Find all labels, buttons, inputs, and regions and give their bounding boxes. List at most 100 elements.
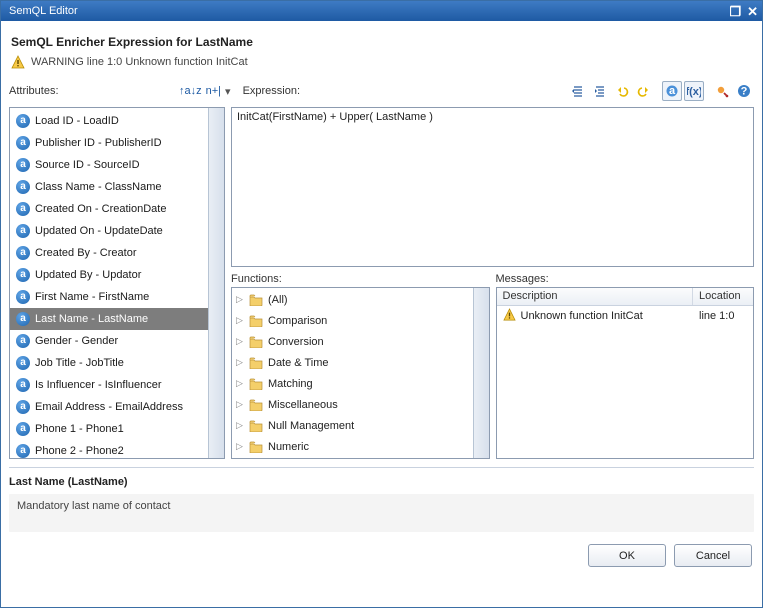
- attribute-badge-icon: a: [16, 246, 30, 260]
- function-category-item[interactable]: ▷Comparison: [232, 310, 473, 331]
- warning-text: WARNING line 1:0 Unknown function InitCa…: [31, 56, 248, 68]
- attribute-item-label: Is Influencer - IsInfluencer: [35, 379, 162, 391]
- folder-icon: [249, 441, 263, 453]
- attribute-item[interactable]: aLast Name - LastName: [10, 308, 208, 330]
- attributes-scrollbar[interactable]: [208, 108, 224, 458]
- attribute-badge-icon: a: [16, 422, 30, 436]
- insert-function-button[interactable]: f(x): [684, 81, 704, 101]
- attribute-badge-icon: a: [16, 444, 30, 458]
- help-button[interactable]: ?: [734, 81, 754, 101]
- message-description: Unknown function InitCat: [521, 310, 643, 322]
- attribute-item-label: Created On - CreationDate: [35, 203, 166, 215]
- dropdown-arrow-icon[interactable]: ▾: [225, 85, 231, 98]
- expression-label: Expression:: [243, 85, 300, 97]
- function-category-label: Null Management: [268, 420, 354, 432]
- attribute-badge-icon: a: [16, 356, 30, 370]
- expression-toolbar: a f(x) ?: [568, 81, 754, 101]
- attribute-badge-icon: a: [16, 400, 30, 414]
- function-category-item[interactable]: ▷ Null Management: [232, 415, 473, 436]
- attribute-item-label: First Name - FirstName: [35, 291, 149, 303]
- attribute-item-label: Phone 1 - Phone1: [35, 423, 124, 435]
- attribute-badge-icon: a: [16, 268, 30, 282]
- expression-text: InitCat(FirstName) + Upper( LastName ): [237, 111, 433, 123]
- attribute-item[interactable]: aJob Title - JobTitle: [10, 352, 208, 374]
- attribute-item-label: Last Name - LastName: [35, 313, 148, 325]
- attribute-item[interactable]: a Phone 1 - Phone1: [10, 418, 208, 440]
- expand-arrow-icon: ▷: [236, 357, 244, 368]
- attribute-item[interactable]: aUpdated By - Updator: [10, 264, 208, 286]
- warning-icon: [11, 55, 25, 69]
- function-category-item[interactable]: ▷Matching: [232, 373, 473, 394]
- attribute-item-label: Updated On - UpdateDate: [35, 225, 163, 237]
- folder-icon: [249, 294, 263, 306]
- function-category-label: Numeric: [268, 441, 309, 453]
- attribute-badge-icon: a: [16, 334, 30, 348]
- attributes-label: Attributes:: [9, 85, 179, 97]
- attribute-item-label: Load ID - LoadID: [35, 115, 119, 127]
- attribute-badge-icon: a: [16, 136, 30, 150]
- undo-button[interactable]: [612, 81, 632, 101]
- expression-input[interactable]: InitCat(FirstName) + Upper( LastName ): [231, 107, 754, 267]
- functions-panel: ▷(All)▷Comparison▷Conversion▷Date & Time…: [231, 287, 490, 459]
- attribute-item-label: Class Name - ClassName: [35, 181, 162, 193]
- expand-arrow-icon: ▷: [236, 420, 244, 431]
- ok-button[interactable]: OK: [588, 544, 666, 567]
- insert-attribute-button[interactable]: a: [662, 81, 682, 101]
- function-category-label: Date & Time: [268, 357, 329, 369]
- attribute-item[interactable]: a Created On - CreationDate: [10, 198, 208, 220]
- messages-col-location[interactable]: Location: [693, 288, 753, 305]
- attribute-item[interactable]: a Updated On - UpdateDate: [10, 220, 208, 242]
- function-category-label: Conversion: [268, 336, 324, 348]
- function-category-item[interactable]: ▷(All): [232, 289, 473, 310]
- outdent-button[interactable]: [568, 81, 588, 101]
- attribute-badge-icon: a: [16, 114, 30, 128]
- attribute-badge-icon: a: [16, 224, 30, 238]
- attribute-item[interactable]: aFirst Name - FirstName: [10, 286, 208, 308]
- message-row[interactable]: Unknown function InitCat line 1:0: [497, 306, 754, 326]
- attribute-item-label: Source ID - SourceID: [35, 159, 140, 171]
- attribute-item[interactable]: aClass Name - ClassName: [10, 176, 208, 198]
- redo-button[interactable]: [634, 81, 654, 101]
- function-category-label: Comparison: [268, 315, 327, 327]
- function-category-item[interactable]: ▷Miscellaneous: [232, 394, 473, 415]
- attribute-item[interactable]: a Load ID - LoadID: [10, 110, 208, 132]
- expand-arrow-icon: ▷: [236, 378, 244, 389]
- function-category-label: (All): [268, 294, 288, 306]
- folder-icon: [249, 378, 263, 390]
- folder-icon: [249, 420, 263, 432]
- folder-icon: [249, 357, 263, 369]
- attribute-item[interactable]: aCreated By - Creator: [10, 242, 208, 264]
- functions-label: Functions:: [231, 273, 490, 285]
- page-title: SemQL Enricher Expression for LastName: [11, 35, 754, 49]
- validate-button[interactable]: [712, 81, 732, 101]
- message-location: line 1:0: [693, 308, 753, 324]
- svg-text:a: a: [669, 85, 676, 97]
- attribute-item-label: Publisher ID - PublisherID: [35, 137, 162, 149]
- cancel-button[interactable]: Cancel: [674, 544, 752, 567]
- help-description: Mandatory last name of contact: [9, 494, 754, 532]
- warning-banner: WARNING line 1:0 Unknown function InitCa…: [11, 55, 754, 69]
- function-category-item[interactable]: ▷Numeric: [232, 436, 473, 457]
- maximize-icon[interactable]: ❐: [729, 5, 741, 18]
- attribute-item[interactable]: aPhone 2 - Phone2: [10, 440, 208, 458]
- indent-button[interactable]: [590, 81, 610, 101]
- attribute-item[interactable]: aIs Influencer - IsInfluencer: [10, 374, 208, 396]
- attribute-badge-icon: a: [16, 202, 30, 216]
- svg-text:f(x): f(x): [687, 86, 701, 98]
- close-icon[interactable]: ✕: [747, 5, 758, 18]
- folder-icon: [249, 399, 263, 411]
- attribute-item[interactable]: a Gender - Gender: [10, 330, 208, 352]
- attribute-item[interactable]: a Publisher ID - PublisherID: [10, 132, 208, 154]
- sort-natural-button[interactable]: n+|: [206, 85, 221, 97]
- messages-col-description[interactable]: Description: [497, 288, 694, 305]
- attribute-item[interactable]: aSource ID - SourceID: [10, 154, 208, 176]
- folder-icon: [249, 315, 263, 327]
- functions-scrollbar[interactable]: [473, 288, 489, 458]
- function-category-item[interactable]: ▷Conversion: [232, 331, 473, 352]
- attributes-panel: a Load ID - LoadID a Publisher ID - Publish…: [9, 107, 225, 459]
- attribute-item[interactable]: aEmail Address - EmailAddress: [10, 396, 208, 418]
- function-category-item[interactable]: ▷ Date & Time: [232, 352, 473, 373]
- attribute-item-label: Gender - Gender: [35, 335, 118, 347]
- svg-text:?: ?: [741, 86, 748, 98]
- sort-az-button[interactable]: ↑a↓z: [179, 85, 202, 97]
